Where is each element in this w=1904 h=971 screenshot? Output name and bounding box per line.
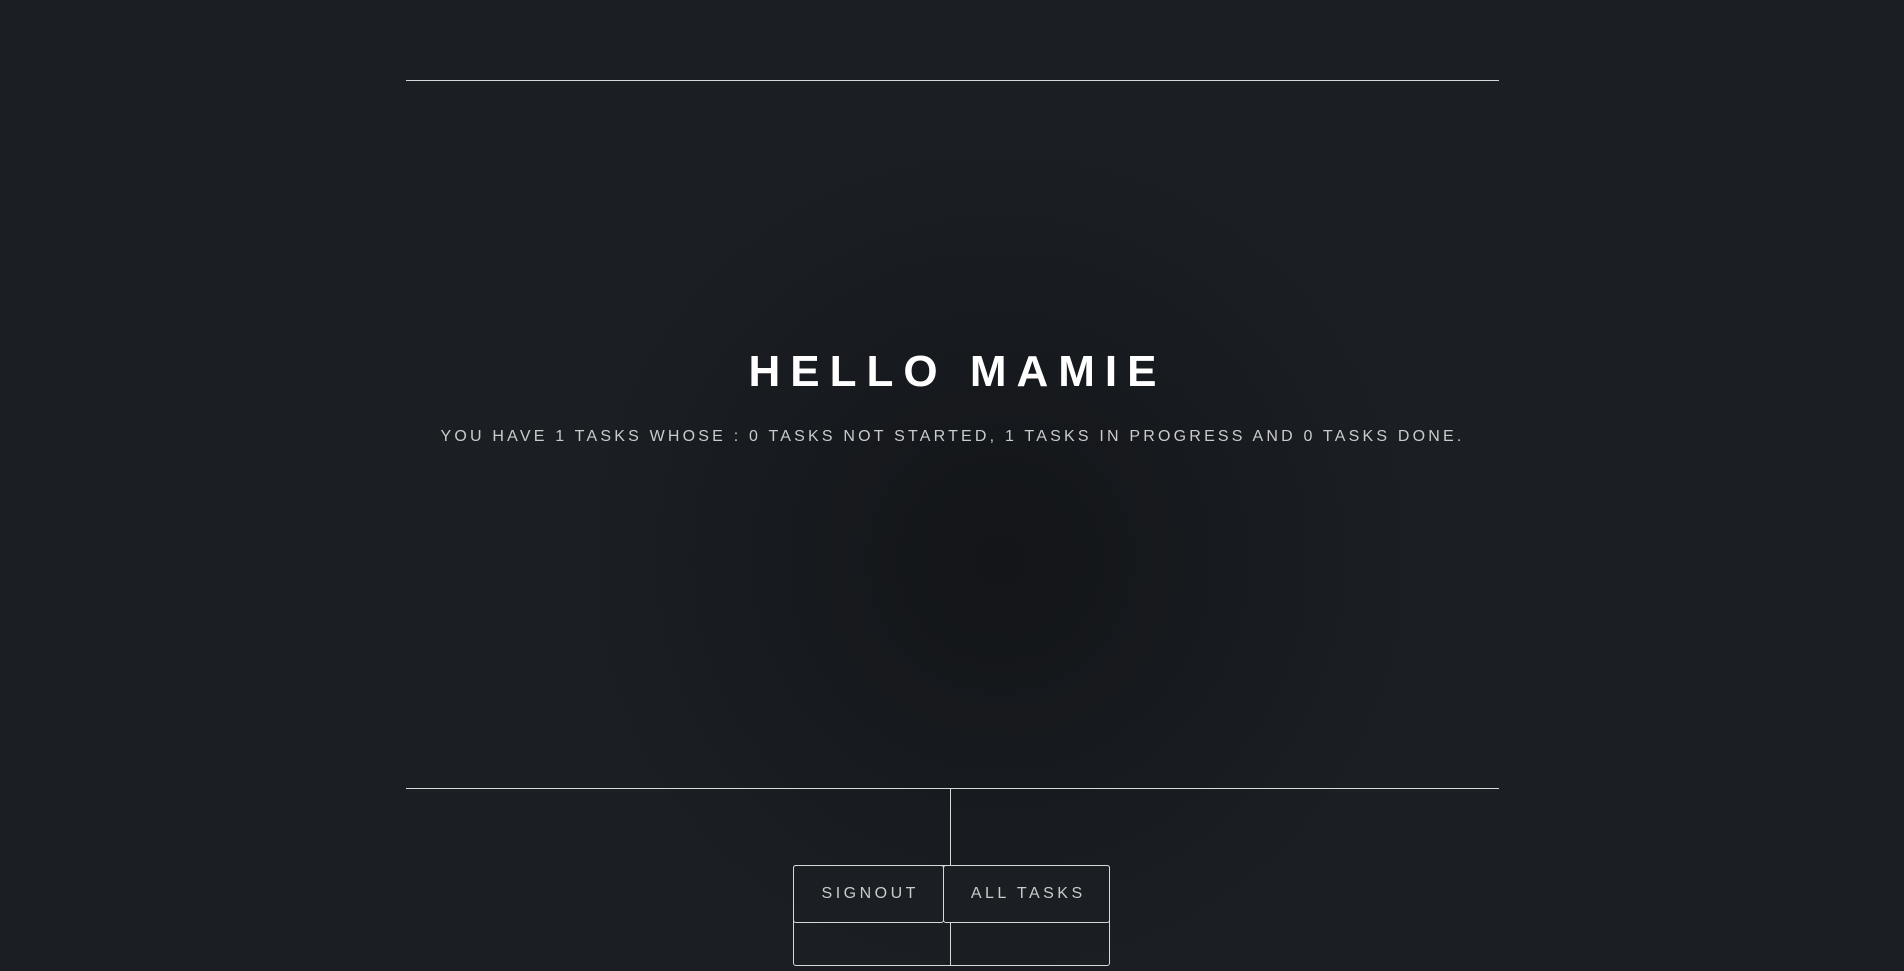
task-summary: YOU HAVE 1 TASKS WHOSE : 0 TASKS NOT STA… [440,428,1465,445]
signout-button[interactable]: SIGNOUT [793,865,944,923]
page-title: HELLO MAMIE [748,347,1167,396]
all-tasks-button[interactable]: ALL TASKS [943,865,1110,923]
hero-section: HELLO MAMIE YOU HAVE 1 TASKS WHOSE : 0 T… [406,81,1499,788]
bottom-divider [406,788,1499,789]
